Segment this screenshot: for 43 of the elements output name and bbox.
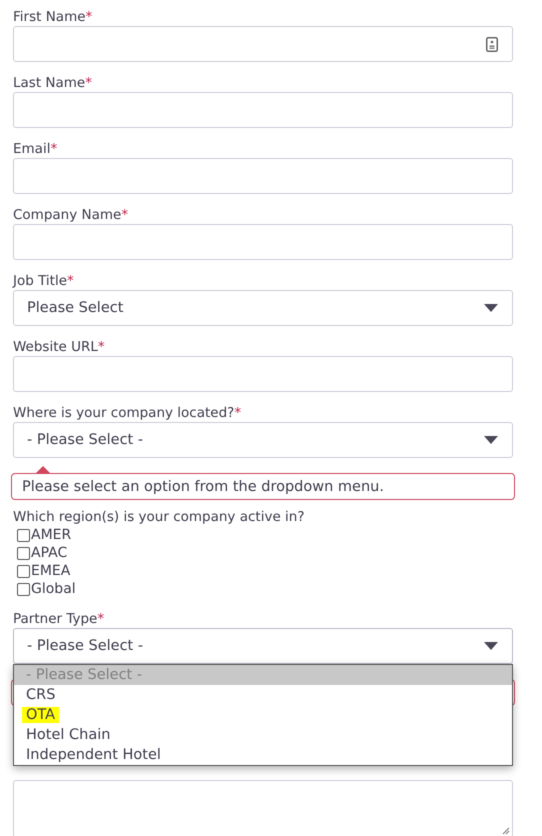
checkbox[interactable] bbox=[17, 528, 30, 542]
field-label: Last Name* bbox=[13, 75, 92, 91]
field-label: Company Name* bbox=[13, 207, 128, 223]
field-label: Which region(s) is your company active in? bbox=[13, 509, 305, 525]
dropdown-option[interactable]: Hotel Chain bbox=[14, 725, 512, 745]
checkbox-label[interactable]: AMER bbox=[31, 527, 72, 543]
checkbox-label[interactable]: Global bbox=[31, 581, 76, 597]
input-field[interactable] bbox=[13, 92, 513, 128]
dropdown-option[interactable]: OTA bbox=[14, 705, 512, 725]
field-label: Job Title* bbox=[13, 273, 74, 289]
required-mark: * bbox=[86, 9, 92, 25]
field-label: Email* bbox=[13, 141, 58, 157]
resize-grip-icon[interactable] bbox=[501, 826, 510, 835]
input-field[interactable] bbox=[13, 158, 513, 194]
error-text: Please select an option from the dropdown menu. bbox=[22, 478, 384, 494]
input-field[interactable] bbox=[13, 356, 513, 392]
dropdown-select[interactable]: - Please Select - bbox=[13, 422, 513, 458]
checkbox[interactable] bbox=[17, 546, 30, 560]
required-mark: * bbox=[121, 207, 128, 223]
required-mark: * bbox=[98, 339, 105, 355]
input-field[interactable] bbox=[13, 26, 513, 62]
field-label: Partner Type* bbox=[13, 611, 104, 627]
contact-card-icon[interactable] bbox=[486, 36, 498, 52]
dropdown-select[interactable]: Please Select bbox=[13, 290, 513, 326]
required-mark: * bbox=[67, 273, 74, 289]
checkbox[interactable] bbox=[17, 582, 30, 596]
required-mark: * bbox=[50, 141, 58, 157]
caret-icon bbox=[484, 304, 498, 312]
caret-icon bbox=[484, 436, 498, 444]
required-mark: * bbox=[97, 611, 104, 627]
required-mark: * bbox=[234, 405, 242, 421]
checkbox[interactable] bbox=[17, 564, 30, 578]
caret-icon bbox=[484, 642, 498, 650]
field-label: First Name* bbox=[13, 9, 92, 25]
checkbox-label[interactable]: EMEA bbox=[31, 563, 70, 579]
dropdown-option[interactable]: CRS bbox=[14, 685, 512, 705]
field-label: Website URL* bbox=[13, 339, 105, 355]
required-mark: * bbox=[85, 75, 92, 91]
field-label: Where is your company located?* bbox=[13, 405, 242, 421]
input-field[interactable] bbox=[13, 224, 513, 260]
checkbox-label[interactable]: APAC bbox=[31, 545, 68, 561]
dropdown-select[interactable]: - Please Select - bbox=[13, 628, 513, 664]
dropdown-option[interactable]: Independent Hotel bbox=[14, 745, 512, 765]
